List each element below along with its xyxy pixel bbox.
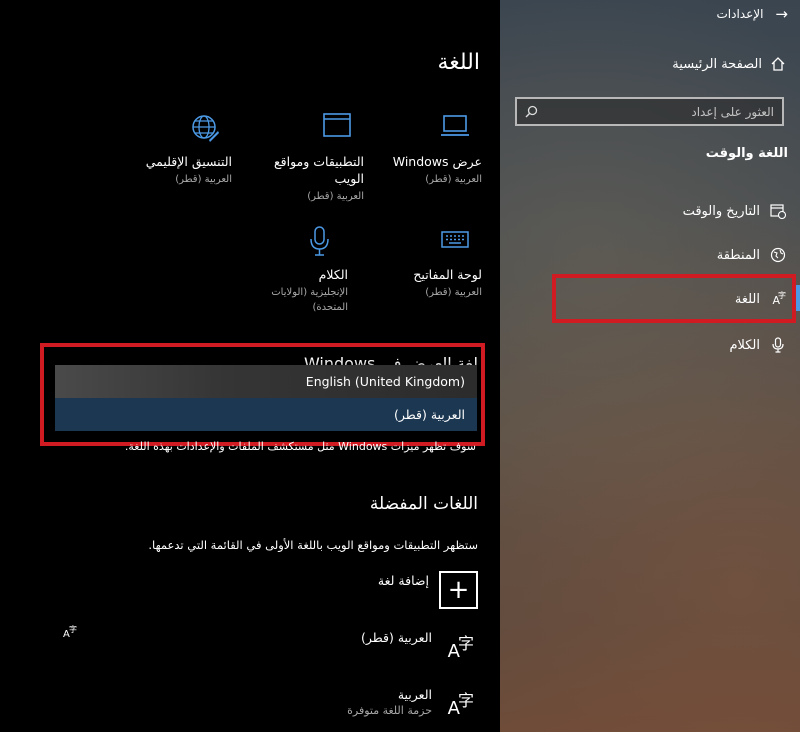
sidebar-item-label: المنطقة (716, 247, 760, 263)
tile-subtitle: العربية (قطر) (425, 174, 482, 185)
highlight-frame (40, 343, 485, 446)
title-bar: → الإعدادات (512, 4, 788, 24)
language-pack-status: حزمة اللغة متوفرة (347, 704, 432, 717)
tile-subtitle: الإنجليزية (الولايات المتحدة) (271, 287, 348, 313)
sidebar-item-region[interactable]: المنطقة (717, 244, 786, 266)
display-icon (372, 113, 482, 147)
tile-title: الكلام (318, 267, 348, 282)
calendar-clock-icon (770, 203, 786, 219)
highlight-frame (552, 274, 796, 323)
tile-subtitle: العربية (قطر) (425, 287, 482, 298)
sidebar-item-date-time[interactable]: التاريخ والوقت (683, 200, 786, 222)
language-icon: 字A (447, 691, 474, 719)
search-placeholder: العثور على إعداد (691, 104, 774, 119)
app-title: الإعدادات (716, 7, 764, 21)
sidebar-item-label: التاريخ والوقت (682, 203, 760, 219)
add-language-button[interactable]: + إضافة لغة (378, 571, 478, 609)
home-link[interactable]: الصفحة الرئيسية (672, 56, 786, 72)
tile-title: عرض Windows (392, 154, 482, 169)
tile-title: التنسيق الإقليمي (145, 154, 232, 169)
globe-format-icon (122, 113, 232, 147)
sidebar-item-speech[interactable]: الكلام (729, 334, 786, 356)
preferred-languages-description: ستظهر التطبيقات ومواقع الويب باللغة الأو… (148, 538, 478, 552)
display-language-note: سوف تظهر ميزات Windows مثل مستكشف الملفا… (124, 440, 476, 453)
tile-subtitle: العربية (قطر) (307, 191, 364, 202)
microphone-icon (238, 226, 348, 260)
main-content: اللغة عرض Windows العربية (قطر) التطبيقا… (0, 0, 500, 732)
language-icon: 字A (447, 634, 474, 662)
language-options-icon[interactable]: A字 (63, 625, 79, 642)
tile-title: لوحة المفاتيح (413, 267, 482, 282)
tile-apps-websites[interactable]: التطبيقات ومواقع الويب العربية (قطر) (254, 113, 364, 204)
home-icon (770, 56, 786, 72)
language-name: العربية (397, 687, 432, 702)
section-heading: اللغة والوقت (705, 146, 788, 161)
language-item[interactable]: 字A العربية (قطر) (361, 630, 474, 662)
tile-regional-format[interactable]: التنسيق الإقليمي العربية (قطر) (122, 113, 232, 187)
language-name: العربية (قطر) (360, 630, 432, 645)
add-language-label: إضافة لغة (377, 573, 429, 588)
home-label: الصفحة الرئيسية (672, 56, 762, 72)
preferred-languages-heading: اللغات المفضلة (369, 494, 478, 514)
plus-icon: + (439, 571, 478, 609)
keyboard-icon (372, 226, 482, 260)
search-input[interactable]: العثور على إعداد (515, 97, 784, 126)
language-item[interactable]: 字A العربية حزمة اللغة متوفرة (347, 687, 474, 719)
tile-speech[interactable]: الكلام الإنجليزية (الولايات المتحدة) (238, 226, 348, 315)
browser-window-icon (254, 113, 364, 147)
globe-region-icon (770, 247, 786, 263)
tile-keyboard[interactable]: لوحة المفاتيح العربية (قطر) (372, 226, 482, 300)
sidebar-item-label: الكلام (729, 337, 760, 353)
microphone-icon (770, 337, 786, 353)
search-icon (525, 105, 538, 118)
back-arrow-icon[interactable]: → (775, 5, 788, 23)
tile-subtitle: العربية (قطر) (175, 174, 232, 185)
tile-windows-display[interactable]: عرض Windows العربية (قطر) (372, 113, 482, 187)
settings-nav-pane: → الإعدادات الصفحة الرئيسية العثور على إ… (500, 0, 800, 732)
tile-title: التطبيقات ومواقع الويب (273, 154, 364, 186)
page-title: اللغة (437, 50, 480, 75)
